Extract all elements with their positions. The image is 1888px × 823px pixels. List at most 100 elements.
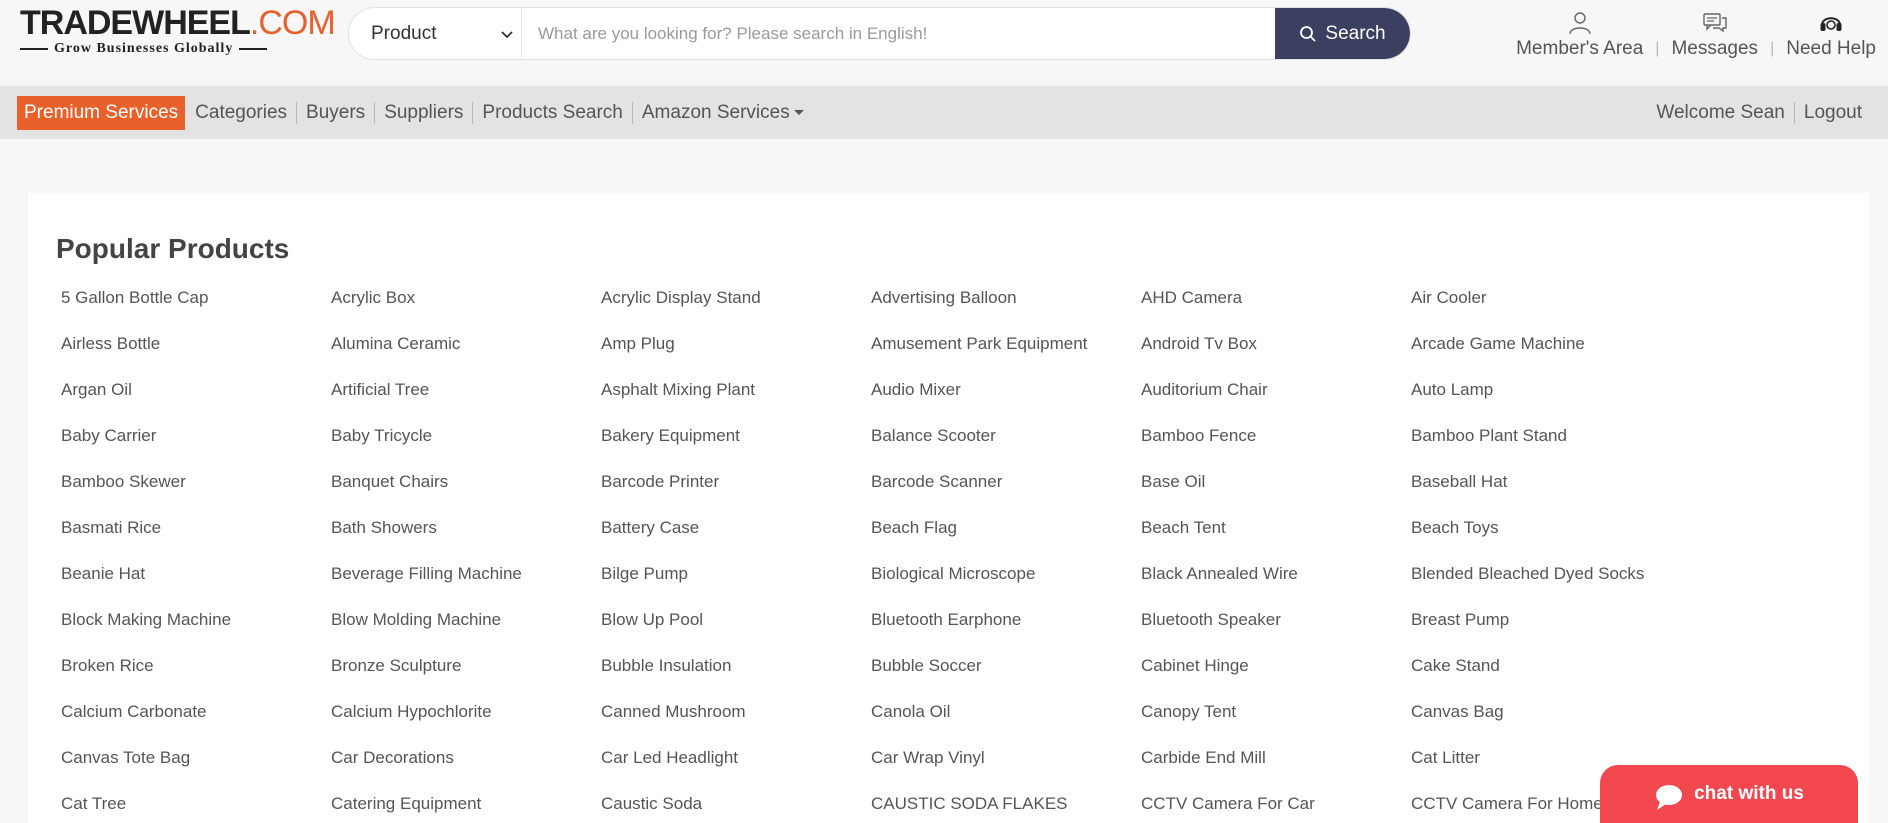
product-link[interactable]: Bubble Insulation xyxy=(601,656,871,702)
logout-link[interactable]: Logout xyxy=(1795,102,1871,124)
nav-categories[interactable]: Categories xyxy=(186,102,296,124)
product-link[interactable]: Bronze Sculpture xyxy=(331,656,601,702)
product-link[interactable]: Breast Pump xyxy=(1411,610,1681,656)
product-link[interactable]: Acrylic Box xyxy=(331,288,601,334)
product-link[interactable]: Baby Tricycle xyxy=(331,426,601,472)
product-link[interactable]: Arcade Game Machine xyxy=(1411,334,1681,380)
product-link[interactable]: Blended Bleached Dyed Socks xyxy=(1411,564,1681,610)
search-bar: Product Search xyxy=(348,7,1411,60)
product-link[interactable]: Argan Oil xyxy=(61,380,331,426)
search-input[interactable] xyxy=(522,8,1275,59)
product-link[interactable]: Baseball Hat xyxy=(1411,472,1681,518)
product-link[interactable]: Barcode Printer xyxy=(601,472,871,518)
nav-buyers[interactable]: Buyers xyxy=(297,102,374,124)
nav-products-search[interactable]: Products Search xyxy=(473,102,631,124)
product-link[interactable]: Canvas Bag xyxy=(1411,702,1681,748)
search-category-value: Product xyxy=(371,22,437,44)
product-link[interactable]: Caustic Soda xyxy=(601,794,871,823)
product-link[interactable]: Cake Stand xyxy=(1411,656,1681,702)
product-link[interactable]: Bamboo Skewer xyxy=(61,472,331,518)
product-link[interactable]: Broken Rice xyxy=(61,656,331,702)
product-link[interactable]: Amp Plug xyxy=(601,334,871,380)
product-link[interactable]: Catering Equipment xyxy=(331,794,601,823)
product-link[interactable]: Blow Up Pool xyxy=(601,610,871,656)
product-link[interactable]: Canvas Tote Bag xyxy=(61,748,331,794)
chevron-down-icon xyxy=(501,30,513,38)
product-link[interactable]: Advertising Balloon xyxy=(871,288,1141,334)
headset-icon xyxy=(1820,17,1842,31)
product-link[interactable]: Basmati Rice xyxy=(61,518,331,564)
product-link[interactable]: Calcium Hypochlorite xyxy=(331,702,601,748)
product-link[interactable]: Bamboo Plant Stand xyxy=(1411,426,1681,472)
nav-premium-services[interactable]: Premium Services xyxy=(17,95,186,130)
search-category-select[interactable]: Product xyxy=(349,8,522,59)
product-link[interactable]: Canopy Tent xyxy=(1141,702,1411,748)
nav-amazon-services[interactable]: Amazon Services xyxy=(633,102,813,124)
need-help-label: Need Help xyxy=(1786,38,1876,59)
product-link[interactable]: Base Oil xyxy=(1141,472,1411,518)
product-link[interactable]: Balance Scooter xyxy=(871,426,1141,472)
product-link[interactable]: Canned Mushroom xyxy=(601,702,871,748)
need-help-link[interactable]: Need Help xyxy=(1774,10,1888,60)
product-link[interactable]: Beach Tent xyxy=(1141,518,1411,564)
product-link[interactable]: Bamboo Fence xyxy=(1141,426,1411,472)
product-link[interactable]: Black Annealed Wire xyxy=(1141,564,1411,610)
product-link[interactable]: Car Decorations xyxy=(331,748,601,794)
logo-wordmark: TRADEWHEEL.COM xyxy=(20,4,336,42)
chat-label: chat with us xyxy=(1694,783,1804,804)
product-link[interactable]: Car Led Headlight xyxy=(601,748,871,794)
search-button[interactable]: Search xyxy=(1275,8,1410,59)
tradewheel-logo[interactable]: TRADEWHEEL.COM Grow Businesses Globally xyxy=(20,4,336,56)
product-link[interactable]: Bubble Soccer xyxy=(871,656,1141,702)
product-link[interactable]: Artificial Tree xyxy=(331,380,601,426)
messages-label: Messages xyxy=(1671,38,1759,59)
product-link[interactable]: Blow Molding Machine xyxy=(331,610,601,656)
product-link[interactable]: Canola Oil xyxy=(871,702,1141,748)
product-link[interactable]: Bilge Pump xyxy=(601,564,871,610)
product-link[interactable]: Auditorium Chair xyxy=(1141,380,1411,426)
members-area-label: Member's Area xyxy=(1516,38,1644,59)
product-link[interactable]: Beach Toys xyxy=(1411,518,1681,564)
product-link[interactable]: Banquet Chairs xyxy=(331,472,601,518)
messages-icon xyxy=(1703,13,1727,33)
product-link[interactable]: Air Cooler xyxy=(1411,288,1681,334)
chat-with-us-button[interactable]: chat with us xyxy=(1600,765,1858,823)
product-link[interactable]: Auto Lamp xyxy=(1411,380,1681,426)
product-link[interactable]: Audio Mixer xyxy=(871,380,1141,426)
product-link[interactable]: Alumina Ceramic xyxy=(331,334,601,380)
product-link[interactable]: Airless Bottle xyxy=(61,334,331,380)
product-link[interactable]: AHD Camera xyxy=(1141,288,1411,334)
product-link[interactable]: Biological Microscope xyxy=(871,564,1141,610)
product-link[interactable]: CCTV Camera For Car xyxy=(1141,794,1411,823)
product-link[interactable]: Beanie Hat xyxy=(61,564,331,610)
product-link[interactable]: Carbide End Mill xyxy=(1141,748,1411,794)
product-link[interactable]: Bakery Equipment xyxy=(601,426,871,472)
product-link[interactable]: Battery Case xyxy=(601,518,871,564)
product-link[interactable]: Bluetooth Earphone xyxy=(871,610,1141,656)
caret-down-icon xyxy=(793,109,804,115)
product-link[interactable]: Android Tv Box xyxy=(1141,334,1411,380)
product-link[interactable]: Beach Flag xyxy=(871,518,1141,564)
search-icon xyxy=(1300,25,1317,42)
product-link[interactable]: Beverage Filling Machine xyxy=(331,564,601,610)
product-link[interactable]: Barcode Scanner xyxy=(871,472,1141,518)
product-link[interactable]: 5 Gallon Bottle Cap xyxy=(61,288,331,334)
nav-amazon-services-label: Amazon Services xyxy=(641,101,790,123)
members-area-link[interactable]: Member's Area xyxy=(1504,10,1655,60)
product-link[interactable]: Cabinet Hinge xyxy=(1141,656,1411,702)
messages-link[interactable]: Messages xyxy=(1659,10,1770,60)
product-grid: 5 Gallon Bottle Cap Acrylic Box Acrylic … xyxy=(61,288,1711,823)
product-link[interactable]: Calcium Carbonate xyxy=(61,702,331,748)
product-link[interactable]: Acrylic Display Stand xyxy=(601,288,871,334)
product-link[interactable]: Amusement Park Equipment xyxy=(871,334,1141,380)
product-link[interactable]: Block Making Machine xyxy=(61,610,331,656)
nav-suppliers[interactable]: Suppliers xyxy=(375,102,472,124)
product-link[interactable]: Bluetooth Speaker xyxy=(1141,610,1411,656)
product-link[interactable]: Baby Carrier xyxy=(61,426,331,472)
product-link[interactable]: Asphalt Mixing Plant xyxy=(601,380,871,426)
product-link[interactable]: Bath Showers xyxy=(331,518,601,564)
product-link[interactable]: Car Wrap Vinyl xyxy=(871,748,1141,794)
search-button-label: Search xyxy=(1325,22,1386,44)
product-link[interactable]: Cat Tree xyxy=(61,794,331,823)
product-link[interactable]: CAUSTIC SODA FLAKES xyxy=(871,794,1141,823)
